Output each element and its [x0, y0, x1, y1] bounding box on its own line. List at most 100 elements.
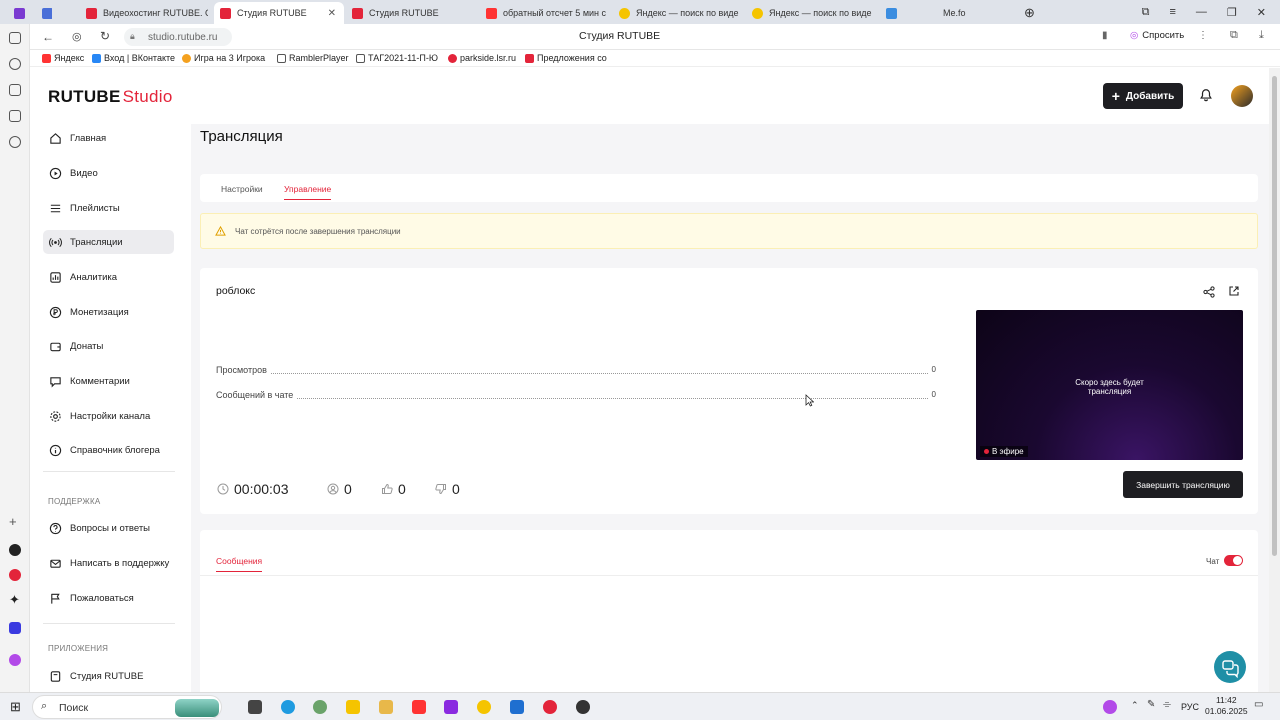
- bookmark-vk[interactable]: Вход | ВКонтакте: [92, 53, 175, 63]
- page-scrollbar[interactable]: [1269, 68, 1280, 692]
- notifications-icon[interactable]: ▭: [1254, 699, 1263, 710]
- add-button[interactable]: + Добавить: [1103, 83, 1183, 109]
- reload-icon[interactable]: ↻: [100, 29, 110, 43]
- tab-tile-icon[interactable]: [36, 2, 52, 24]
- language-indicator[interactable]: РУС: [1181, 702, 1199, 712]
- app-icon[interactable]: [444, 700, 458, 714]
- close-window-icon[interactable]: ✕: [1257, 6, 1266, 19]
- close-tab-icon[interactable]: ✕: [328, 8, 336, 19]
- sidebar-item-faq[interactable]: Вопросы и ответы: [43, 516, 174, 540]
- app-icon[interactable]: [346, 700, 360, 714]
- task-view-icon[interactable]: [248, 700, 262, 714]
- bookmark-offers[interactable]: Предложения со: [525, 53, 607, 63]
- rail-add-icon[interactable]: +: [9, 514, 17, 529]
- share-icon[interactable]: [1203, 286, 1215, 298]
- sidebar-item-report[interactable]: Пожаловаться: [43, 586, 174, 610]
- sidebar-item-home[interactable]: Главная: [43, 126, 174, 150]
- sidebar-item-analytics[interactable]: Аналитика: [43, 265, 174, 289]
- clock[interactable]: 11:42 01.06.2025: [1205, 695, 1248, 717]
- rutube-studio-logo[interactable]: RUTUBE Studio: [48, 87, 173, 107]
- sidebar-item-broadcasts[interactable]: Трансляции: [43, 230, 174, 254]
- address-bar[interactable]: 🔒︎ studio.rutube.ru: [124, 28, 232, 46]
- preview-text-line1: Скоро здесь будет: [1075, 378, 1144, 387]
- outlook-icon[interactable]: [510, 700, 524, 714]
- tab-rutube-hosting[interactable]: Видеохостинг RUTUBE. С: [80, 2, 208, 24]
- restore-icon[interactable]: ❐: [1227, 6, 1237, 19]
- sidebar-item-studio-app[interactable]: Студия RUTUBE: [43, 664, 174, 688]
- tab-studio-rutube-active[interactable]: Студия RUTUBE ✕: [214, 2, 344, 24]
- end-stream-button[interactable]: Завершить трансляцию: [1123, 471, 1243, 498]
- rutube-favicon-icon: [220, 7, 231, 19]
- rail-history-icon[interactable]: [9, 58, 21, 70]
- tray-chevron-icon[interactable]: ⌃: [1131, 700, 1139, 711]
- rail-bookmarks-icon[interactable]: [9, 84, 21, 96]
- tabs-list-icon[interactable]: ⧉: [1142, 6, 1150, 19]
- messages-divider: [200, 575, 1258, 576]
- rail-clock-icon[interactable]: [9, 136, 21, 148]
- likes-value: 0: [398, 481, 406, 497]
- sidebar-item-donations[interactable]: Донаты: [43, 334, 174, 358]
- external-link-icon[interactable]: [1228, 285, 1240, 297]
- taskbar-search[interactable]: ⌕ Поиск: [32, 695, 222, 719]
- help-chat-button[interactable]: [1214, 651, 1246, 683]
- sidebar-item-comments[interactable]: Комментарии: [43, 369, 174, 393]
- lock-icon: 🔒︎: [130, 31, 135, 41]
- sidebar-item-video[interactable]: Видео: [43, 161, 174, 185]
- rail-app-icon[interactable]: [9, 569, 21, 581]
- scrollbar-thumb[interactable]: [1272, 76, 1277, 556]
- rail-star-icon[interactable]: ✦: [9, 592, 20, 608]
- tab-countdown[interactable]: обратный отсчет 5 мин с: [480, 2, 608, 24]
- stream-preview[interactable]: Скоро здесь будет трансляция В эфире: [976, 310, 1243, 460]
- chat-toggle[interactable]: [1224, 555, 1243, 566]
- sidebar-item-monetization[interactable]: Монетизация: [43, 300, 174, 324]
- tab-yandex-video-1[interactable]: Яндекс — поиск по виде: [613, 2, 741, 24]
- new-tab-icon[interactable]: ⊕: [1018, 2, 1038, 24]
- sidebar-item-channel-settings[interactable]: Настройки канала: [43, 404, 174, 428]
- live-badge: В эфире: [980, 446, 1028, 457]
- tab-studio-rutube[interactable]: Студия RUTUBE: [346, 2, 474, 24]
- history-icon[interactable]: ◎: [72, 30, 82, 43]
- sidebar-item-write-support[interactable]: Написать в поддержку: [43, 551, 174, 575]
- edge-icon[interactable]: [281, 700, 295, 714]
- bookmark-yandex[interactable]: Яндекс: [42, 53, 84, 63]
- back-icon[interactable]: ←: [42, 30, 54, 44]
- tab-messages[interactable]: Сообщения: [216, 556, 263, 572]
- rail-notes-icon[interactable]: [9, 110, 21, 122]
- start-icon[interactable]: ⊞: [10, 699, 21, 715]
- opera-icon[interactable]: [543, 700, 557, 714]
- bell-icon[interactable]: [1199, 88, 1213, 102]
- ask-alice-button[interactable]: ◎ Спросить: [1130, 30, 1184, 41]
- bookmark-game[interactable]: Игра на 3 Игрока: [182, 53, 265, 63]
- explorer-icon[interactable]: [379, 700, 393, 714]
- pen-icon[interactable]: ✎: [1147, 699, 1155, 710]
- rail-app-icon[interactable]: [9, 622, 21, 634]
- alice-tray-icon[interactable]: [1103, 700, 1117, 714]
- dislikes-metric: 0: [435, 481, 460, 497]
- avatar[interactable]: [1231, 85, 1253, 107]
- tab-yandex-video-2[interactable]: Яндекс — поиск по виде: [746, 2, 874, 24]
- bookmark-icon[interactable]: ▮: [1102, 30, 1108, 41]
- tab-mefo[interactable]: Me.fo: [880, 2, 1008, 24]
- sidebar-item-blogger-guide[interactable]: Справочник блогера: [43, 438, 174, 462]
- yandex-icon[interactable]: [412, 700, 426, 714]
- tab-settings[interactable]: Настройки: [221, 184, 263, 194]
- collections-icon[interactable]: ⧉: [1230, 29, 1238, 42]
- rail-alice-icon[interactable]: [9, 654, 21, 666]
- rail-app-icon[interactable]: [9, 544, 21, 556]
- app-icon[interactable]: [313, 700, 327, 714]
- rail-tab-icon[interactable]: [9, 32, 21, 44]
- bookmark-rambler[interactable]: RamblerPlayer: [277, 53, 349, 63]
- minimize-icon[interactable]: —: [1196, 6, 1207, 18]
- bookmark-parkside[interactable]: parkside.lsr.ru: [448, 53, 516, 63]
- yandex-browser-icon[interactable]: [477, 700, 491, 714]
- sidebar-item-playlists[interactable]: Плейлисты: [43, 196, 174, 220]
- network-icon[interactable]: ⌯: [1163, 699, 1171, 710]
- bookmark-tag[interactable]: ТАГ2021-11-П-Ю: [356, 53, 438, 63]
- app-menu-icon[interactable]: [8, 2, 30, 24]
- obs-icon[interactable]: [576, 700, 590, 714]
- more-icon[interactable]: ⋮: [1198, 30, 1208, 41]
- mail-icon: [50, 559, 61, 568]
- tab-management[interactable]: Управление: [284, 184, 332, 200]
- menu-icon[interactable]: ≡: [1169, 6, 1175, 18]
- download-icon[interactable]: ⤓: [1259, 29, 1264, 42]
